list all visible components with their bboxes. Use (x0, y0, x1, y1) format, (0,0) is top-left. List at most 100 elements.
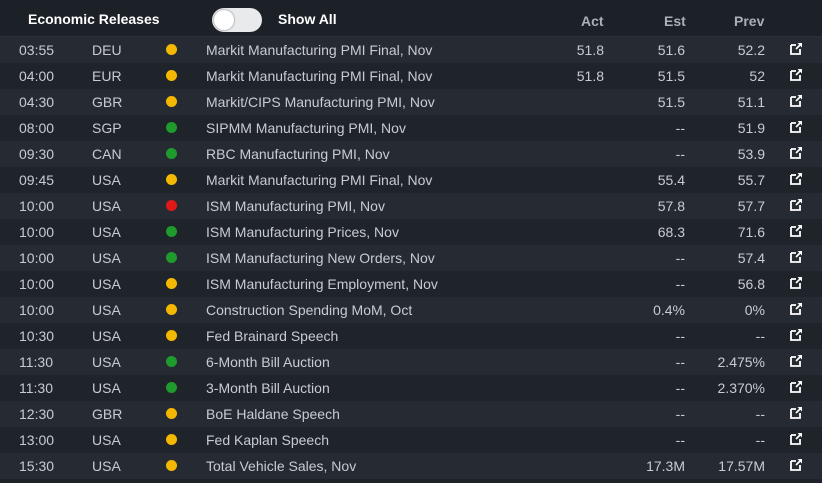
release-event: Markit Manufacturing PMI Final, Nov (206, 42, 433, 58)
show-all-toggle[interactable] (212, 8, 262, 32)
release-estimate: -- (675, 328, 685, 344)
external-link-icon[interactable] (789, 120, 803, 134)
panel-title: Economic Releases (28, 11, 160, 27)
external-link-icon[interactable] (789, 68, 803, 82)
column-header-est[interactable]: Est (664, 13, 686, 29)
release-row[interactable]: 11:30 USA 3-Month Bill Auction -- 2.370% (0, 375, 822, 401)
release-estimate: 51.6 (657, 42, 685, 58)
release-row[interactable]: 09:30 CAN RBC Manufacturing PMI, Nov -- 53.9 (0, 141, 822, 167)
release-estimate: 55.4 (657, 172, 685, 188)
release-row[interactable]: 09:45 USA Markit Manufacturing PMI Final, … (0, 167, 822, 193)
release-actual: 51.8 (576, 42, 604, 58)
release-country: USA (92, 224, 121, 240)
release-time: 03:55 (19, 42, 55, 58)
external-link-icon[interactable] (789, 42, 803, 56)
release-estimate: 57.8 (657, 198, 685, 214)
release-country: CAN (92, 146, 122, 162)
release-time: 04:00 (19, 68, 55, 84)
release-previous: -- (755, 432, 765, 448)
column-header-act[interactable]: Act (581, 13, 604, 29)
release-event: ISM Manufacturing Prices, Nov (206, 224, 399, 240)
toggle-knob[interactable] (214, 10, 234, 30)
external-link-icon[interactable] (789, 380, 803, 394)
impact-dot-icon (166, 252, 177, 263)
release-time: 10:00 (19, 302, 55, 318)
release-event: 3-Month Bill Auction (206, 380, 330, 396)
external-link-icon[interactable] (789, 276, 803, 290)
release-previous: 51.9 (737, 120, 765, 136)
release-event: Construction Spending MoM, Oct (206, 302, 413, 318)
release-event: BoE Haldane Speech (206, 406, 340, 422)
release-row[interactable]: 03:55 DEU Markit Manufacturing PMI Final, … (0, 37, 822, 63)
impact-dot-icon (166, 226, 177, 237)
release-previous: 52 (749, 68, 765, 84)
release-event: ISM Manufacturing PMI, Nov (206, 198, 385, 214)
impact-dot-icon (166, 304, 177, 315)
release-previous: 52.2 (737, 42, 765, 58)
external-link-icon[interactable] (789, 146, 803, 160)
impact-dot-icon (166, 408, 177, 419)
external-link-icon[interactable] (789, 458, 803, 472)
external-link-icon[interactable] (789, 94, 803, 108)
external-link-icon[interactable] (789, 406, 803, 420)
release-estimate: 51.5 (657, 94, 685, 110)
release-row[interactable]: 08:00 SGP SIPMM Manufacturing PMI, Nov -- 51… (0, 115, 822, 141)
release-country: USA (92, 172, 121, 188)
release-time: 11:30 (19, 354, 53, 370)
release-country: USA (92, 380, 121, 396)
release-row[interactable]: 10:00 USA ISM Manufacturing New Orders, No… (0, 245, 822, 271)
release-row[interactable]: 04:30 GBR Markit/CIPS Manufacturing PMI, N… (0, 89, 822, 115)
column-header-prev[interactable]: Prev (734, 13, 764, 29)
release-time: 12:30 (19, 406, 55, 422)
release-row[interactable]: 13:00 USA Fed Kaplan Speech -- -- (0, 427, 822, 453)
release-time: 08:00 (19, 120, 55, 136)
release-event: SIPMM Manufacturing PMI, Nov (206, 120, 406, 136)
external-link-icon[interactable] (789, 328, 803, 342)
economic-releases-panel: Economic Releases Show All Act Est Prev … (0, 0, 822, 483)
impact-dot-icon (166, 200, 177, 211)
impact-dot-icon (166, 278, 177, 289)
release-estimate: -- (675, 380, 685, 396)
release-row[interactable]: 10:30 USA Fed Brainard Speech -- -- (0, 323, 822, 349)
impact-dot-icon (166, 44, 177, 55)
release-row[interactable]: 10:00 USA ISM Manufacturing PMI, Nov 57.8 57… (0, 193, 822, 219)
release-row[interactable]: 12:30 GBR BoE Haldane Speech -- -- (0, 401, 822, 427)
release-country: USA (92, 250, 121, 266)
release-previous: 17.57M (718, 458, 765, 474)
release-time: 10:00 (19, 224, 55, 240)
external-link-icon[interactable] (789, 172, 803, 186)
release-event: Markit Manufacturing PMI Final, Nov (206, 172, 433, 188)
release-row[interactable]: 10:00 USA Construction Spending MoM, Oct 0.… (0, 297, 822, 323)
external-link-icon[interactable] (789, 224, 803, 238)
release-row[interactable]: 15:30 USA Total Vehicle Sales, Nov 17.3M 17.… (0, 453, 822, 479)
external-link-icon[interactable] (789, 250, 803, 264)
release-country: USA (92, 458, 121, 474)
release-time: 10:00 (19, 250, 55, 266)
impact-dot-icon (166, 96, 177, 107)
external-link-icon[interactable] (789, 432, 803, 446)
impact-dot-icon (166, 174, 177, 185)
impact-dot-icon (166, 356, 177, 367)
release-estimate: -- (675, 432, 685, 448)
release-event: Total Vehicle Sales, Nov (206, 458, 357, 474)
release-row[interactable]: 10:00 USA ISM Manufacturing Employment, No… (0, 271, 822, 297)
release-row[interactable]: 11:30 USA 6-Month Bill Auction -- 2.475% (0, 349, 822, 375)
panel-header: Economic Releases Show All Act Est Prev (0, 0, 822, 37)
show-all-label[interactable]: Show All (278, 11, 337, 27)
release-previous: 56.8 (737, 276, 765, 292)
impact-dot-icon (166, 70, 177, 81)
release-previous: 51.1 (737, 94, 765, 110)
release-estimate: 17.3M (646, 458, 685, 474)
release-event: ISM Manufacturing Employment, Nov (206, 276, 438, 292)
release-previous: 71.6 (737, 224, 765, 240)
release-row[interactable]: 10:00 USA ISM Manufacturing Prices, Nov 68.… (0, 219, 822, 245)
release-previous: 2.370% (717, 380, 765, 396)
release-row[interactable]: 04:00 EUR Markit Manufacturing PMI Final, … (0, 63, 822, 89)
impact-dot-icon (166, 382, 177, 393)
release-previous: 55.7 (737, 172, 765, 188)
release-estimate: -- (675, 354, 685, 370)
external-link-icon[interactable] (789, 354, 803, 368)
external-link-icon[interactable] (789, 302, 803, 316)
release-estimate: -- (675, 146, 685, 162)
external-link-icon[interactable] (789, 198, 803, 212)
